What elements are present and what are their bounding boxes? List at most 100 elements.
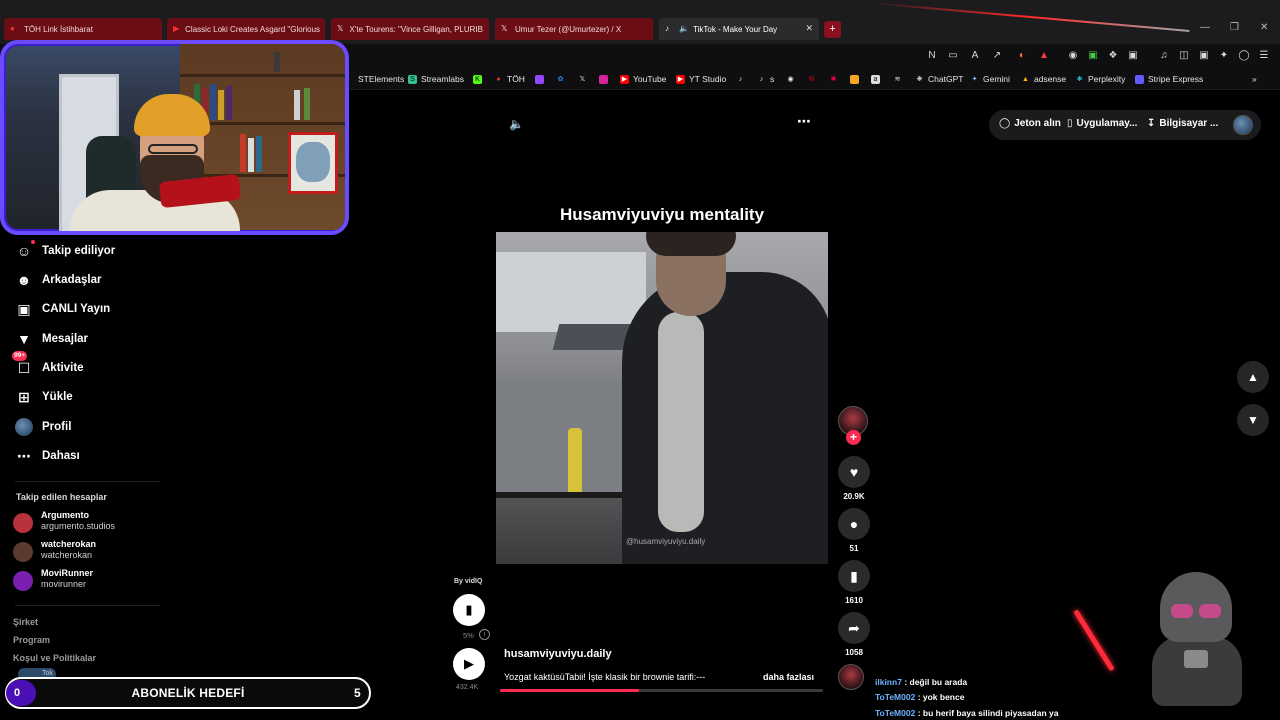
account-name: watcherokan xyxy=(41,539,97,549)
bookmark-item[interactable]: Stripe Express xyxy=(1135,73,1203,85)
video-progress-bar[interactable] xyxy=(500,689,823,692)
bookmark-item[interactable]: ▶ YouTube xyxy=(620,73,666,85)
netflix-icon: N xyxy=(808,75,815,83)
sidebar-item-live[interactable]: ▣ CANLI Yayın xyxy=(15,299,110,319)
vidiq-percent: 5% xyxy=(463,631,474,640)
browser-tab[interactable]: ▶ Classic Loki Creates Asgard "Glorious xyxy=(167,18,325,40)
play-button[interactable]: ▶ xyxy=(453,648,485,680)
save-button[interactable]: ▮ xyxy=(838,560,870,592)
puzzle-icon[interactable]: ❖ xyxy=(1107,50,1119,62)
adsense-icon: ▲ xyxy=(1022,75,1029,83)
info-icon[interactable]: i xyxy=(479,629,490,640)
minimize-icon[interactable]: — xyxy=(1200,22,1210,33)
webcam-person xyxy=(148,144,198,154)
footer-link-company[interactable]: Şirket xyxy=(13,617,38,627)
bookmark-item[interactable]: ❋ ChatGPT xyxy=(915,73,964,85)
sidebar-item-following[interactable]: ☺ Takip ediliyor xyxy=(15,240,115,261)
sidebar-item-messages[interactable]: ▼ Mesajlar xyxy=(15,329,88,349)
sidebar-item-activity[interactable]: ☐ 99+ Aktivite xyxy=(12,351,84,378)
window-close-icon[interactable]: ✕ xyxy=(1260,22,1268,33)
bookmark-item[interactable]: ♪ s xyxy=(757,73,775,85)
bookmark-item[interactable]: S Streamlabs xyxy=(408,73,464,85)
more-options-icon[interactable]: ⋯ xyxy=(797,114,815,130)
vidiq-stats-button[interactable]: ▮ xyxy=(453,594,485,626)
bookmark-item[interactable]: a xyxy=(871,73,884,85)
browser-tab-active[interactable]: ♪ 🔈 TikTok - Make Your Day ✕ xyxy=(659,18,819,40)
previous-video-button[interactable]: ▲ xyxy=(1237,361,1269,393)
view-count: 432.4K xyxy=(456,684,479,691)
sidebar-item-more[interactable]: ⋯ Dahası xyxy=(15,446,80,466)
amazon-icon: a xyxy=(871,74,880,84)
browser-tab[interactable]: 𝕏 Umur Tezer (@Umurtezer) / X xyxy=(495,18,653,40)
extension-icon[interactable]: ◉ xyxy=(1067,50,1079,62)
like-button[interactable]: ♥ xyxy=(838,456,870,488)
music-icon[interactable]: ♫ xyxy=(1158,50,1170,62)
menu-icon[interactable]: ☰ xyxy=(1258,50,1270,62)
next-video-button[interactable]: ▼ xyxy=(1237,404,1269,436)
wallet-icon[interactable]: ▣ xyxy=(1198,50,1210,62)
bookmark-label: TÖH xyxy=(507,74,525,84)
reader-icon[interactable]: N xyxy=(926,50,938,62)
share-button[interactable]: ➦ xyxy=(838,612,870,644)
bookmark-item[interactable]: ▶ YT Studio xyxy=(676,73,726,85)
new-tab-button[interactable]: + xyxy=(824,21,841,38)
screenshot-icon[interactable]: ▣ xyxy=(1127,50,1139,62)
video-player[interactable]: @husamviyuviyu.daily xyxy=(496,232,828,564)
webcam-book xyxy=(304,88,310,120)
tab-label: TikTok - Make Your Day xyxy=(693,24,778,34)
desktop-app-button[interactable]: ↧ Bilgisayar ... xyxy=(1147,118,1218,129)
music-disc-icon[interactable] xyxy=(838,664,864,690)
share-icon[interactable]: ↗ xyxy=(991,50,1003,62)
sidebar-item-friends[interactable]: ☻ Arkadaşlar xyxy=(15,270,102,290)
extension-icon[interactable]: ▣ xyxy=(1087,50,1099,62)
bookmark-icon xyxy=(850,74,859,84)
brave-shield-icon[interactable]: ◐ xyxy=(1016,50,1028,62)
translate-icon[interactable]: A xyxy=(969,50,981,62)
bookmark-item[interactable]: N xyxy=(807,73,820,85)
bookmark-item[interactable]: ✱ xyxy=(829,73,842,85)
maximize-icon[interactable]: ❐ xyxy=(1230,22,1239,33)
bookmark-item[interactable] xyxy=(535,73,548,85)
ai-icon[interactable]: ✦ xyxy=(1218,50,1230,62)
video-author[interactable]: husamviyuviyu.daily xyxy=(504,648,612,660)
sidebar-item-profile[interactable]: Profil xyxy=(15,417,71,437)
sidebar-icon[interactable]: ◫ xyxy=(1178,50,1190,62)
browser-tab[interactable]: 𝕏 X'te Tourens: "Vince Gilligan, PLURIB xyxy=(331,18,489,40)
bookmark-item[interactable]: ◉ xyxy=(786,73,799,85)
footer-link-terms[interactable]: Koşul ve Politikalar xyxy=(13,653,96,663)
footer-link-program[interactable]: Program xyxy=(13,635,50,645)
youtube-icon: ▶ xyxy=(620,74,629,84)
get-coins-button[interactable]: ◯ Jeton alın xyxy=(999,118,1061,129)
sidebar-item-label: Arkadaşlar xyxy=(42,274,102,286)
bookmark-item[interactable]: ♪ xyxy=(736,73,749,85)
bookmark-item[interactable]: ● TÖH xyxy=(494,73,525,85)
bookmark-item[interactable]: STElements xyxy=(345,73,404,85)
avatar[interactable] xyxy=(1233,115,1253,135)
bookmark-item[interactable] xyxy=(850,73,863,85)
get-app-button[interactable]: ▯ Uygulamay... xyxy=(1067,118,1137,129)
sidebar-item-upload[interactable]: ⊞ Yükle xyxy=(15,387,73,407)
divider xyxy=(15,605,160,606)
bookmark-item[interactable]: ✱ Perplexity xyxy=(1075,73,1126,85)
threads-icon: ◉ xyxy=(787,75,794,83)
chat-username: ilkinn7 xyxy=(875,677,902,687)
bookmark-item[interactable]: ≋ xyxy=(893,73,906,85)
see-more-link[interactable]: daha fazlası xyxy=(763,672,814,682)
bookmark-item[interactable]: ✦ Gemini xyxy=(970,73,1010,85)
close-tab-icon[interactable]: ✕ xyxy=(805,24,813,33)
bookmark-item[interactable]: ✿ xyxy=(556,73,569,85)
shield-icon[interactable]: ◯ xyxy=(1238,50,1250,62)
cast-icon[interactable]: ▭ xyxy=(947,50,959,62)
bookmarks-overflow-icon[interactable]: » xyxy=(1252,73,1257,85)
bookmark-item[interactable]: ▲ adsense xyxy=(1021,73,1066,85)
webcam-book xyxy=(210,84,216,120)
comment-button[interactable]: ● xyxy=(838,508,870,540)
bookmark-item[interactable]: K xyxy=(473,73,486,85)
bookmark-item[interactable] xyxy=(599,73,612,85)
follow-plus-icon[interactable]: + xyxy=(846,430,861,445)
bookmark-item[interactable]: 𝕏 xyxy=(578,73,591,85)
brave-rewards-icon[interactable]: ▲ xyxy=(1038,50,1050,62)
browser-tab[interactable]: ● TÖH Link İstihbarat xyxy=(4,18,162,40)
video-progress-fill xyxy=(500,689,639,692)
speaker-icon[interactable]: 🔈 xyxy=(509,117,524,131)
